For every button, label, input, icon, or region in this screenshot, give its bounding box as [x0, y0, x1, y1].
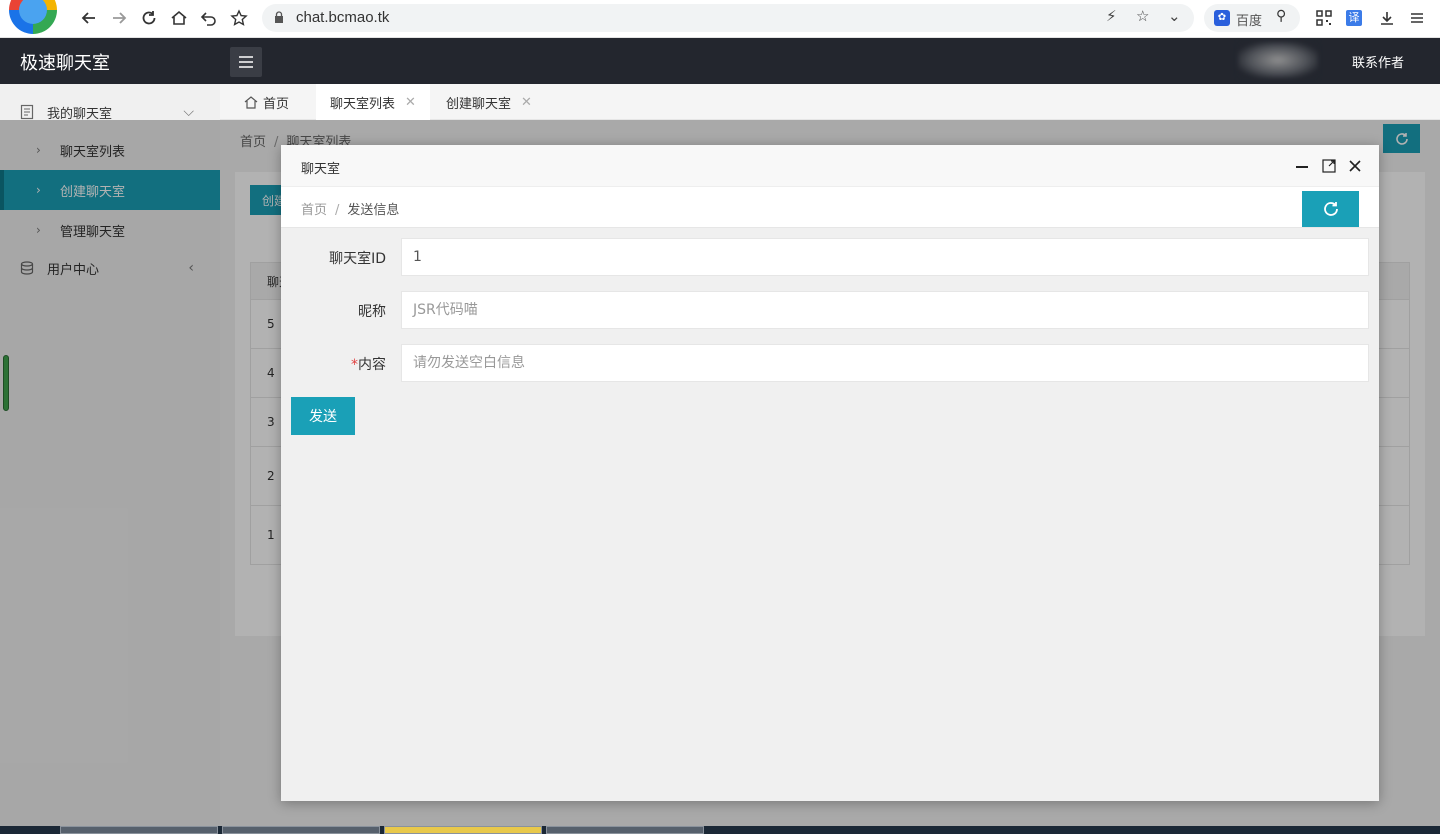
bookmark-star-icon[interactable] [227, 6, 251, 30]
content-field[interactable]: 请勿发送空白信息 [401, 344, 1369, 382]
qr-code-icon[interactable] [1312, 6, 1336, 30]
download-icon[interactable] [1375, 6, 1399, 30]
home-icon [244, 96, 258, 109]
minimize-icon [1296, 166, 1308, 168]
close-button[interactable] [1346, 157, 1364, 175]
tab-create-chatroom[interactable]: 创建聊天室 ✕ [446, 84, 532, 120]
tab-home[interactable]: 首页 [244, 84, 289, 120]
content-label-text: 内容 [358, 357, 386, 373]
minimize-button[interactable] [1293, 157, 1311, 175]
browser-logo [9, 0, 57, 34]
search-icon[interactable]: ⚲ [1276, 8, 1286, 24]
tab-bar: 首页 聊天室列表 ✕ 创建聊天室 ✕ [220, 84, 1440, 120]
maximize-icon [1322, 159, 1336, 173]
translate-label: 译 [1346, 10, 1362, 26]
search-engine-box[interactable]: ✿ 百度 ⚲ [1204, 4, 1300, 32]
browser-menu-icon[interactable] [1405, 6, 1429, 30]
send-button[interactable]: 发送 [291, 397, 355, 435]
refresh-button[interactable] [1302, 191, 1359, 227]
close-icon[interactable]: ✕ [521, 95, 532, 110]
avatar[interactable] [1238, 42, 1318, 78]
baidu-paw-icon: ✿ [1214, 10, 1230, 26]
chevron-down-icon: ⌵ [183, 104, 194, 120]
tab-label: 聊天室列表 [330, 96, 396, 112]
translate-icon[interactable]: 译 [1342, 6, 1366, 30]
required-mark: * [351, 357, 358, 373]
app-header: 极速聊天室 联系作者 [0, 38, 1440, 84]
tab-label: 首页 [263, 96, 290, 112]
os-taskbar [0, 826, 1440, 834]
lock-icon [275, 11, 283, 23]
taskbar-item[interactable] [546, 826, 704, 834]
chatroom-modal: 聊天室 首页 / 发送信息 聊天室ID 1 昵称 JSR代码喵 *内容 请勿发送空白… [281, 145, 1379, 801]
close-icon[interactable]: ✕ [405, 95, 416, 110]
address-bar[interactable]: chat.bcmao.tk ⚡ ☆ ⌄ [262, 4, 1194, 32]
tab-chatroom-list[interactable]: 聊天室列表 ✕ [316, 84, 430, 120]
content-label: *内容 [351, 354, 386, 374]
lightning-icon[interactable]: ⚡ [1106, 7, 1117, 25]
modal-breadcrumb-bar: 首页 / 发送信息 [281, 187, 1379, 228]
url-text: chat.bcmao.tk [296, 9, 390, 26]
refresh-icon [1323, 202, 1338, 216]
tab-label: 创建聊天室 [446, 96, 512, 112]
document-icon [20, 104, 34, 120]
hamburger-icon [239, 56, 253, 68]
room-id-label: 聊天室ID [329, 251, 386, 267]
menu-toggle-button[interactable] [230, 47, 262, 77]
nickname-field[interactable]: JSR代码喵 [401, 291, 1369, 329]
maximize-button[interactable] [1320, 157, 1338, 175]
chevron-down-icon[interactable]: ⌄ [1168, 7, 1181, 25]
taskbar-item[interactable] [384, 826, 542, 834]
form-row-room-id: 聊天室ID 1 [281, 238, 1379, 276]
browser-toolbar: chat.bcmao.tk ⚡ ☆ ⌄ ✿ 百度 ⚲ 译 [0, 0, 1440, 38]
modal-header: 聊天室 [281, 145, 1379, 187]
forward-icon[interactable] [107, 6, 131, 30]
search-engine-label: 百度 [1236, 14, 1263, 29]
star-icon[interactable]: ☆ [1136, 7, 1149, 25]
taskbar-item[interactable] [60, 826, 218, 834]
contact-author-link[interactable]: 联系作者 [1352, 52, 1404, 71]
breadcrumb: 首页 / 发送信息 [301, 203, 400, 218]
sidebar-group-label: 我的聊天室 [47, 106, 113, 122]
nickname-label: 昵称 [358, 304, 386, 320]
breadcrumb-current: 发送信息 [347, 203, 400, 218]
taskbar-item[interactable] [222, 826, 380, 834]
undo-icon[interactable] [197, 6, 221, 30]
breadcrumb-home[interactable]: 首页 [301, 203, 327, 218]
form-row-nickname: 昵称 JSR代码喵 [281, 291, 1379, 329]
room-id-field[interactable]: 1 [401, 238, 1369, 276]
home-icon[interactable] [167, 6, 191, 30]
reload-icon[interactable] [137, 6, 161, 30]
form-row-content: *内容 请勿发送空白信息 [281, 344, 1379, 382]
app-title: 极速聊天室 [20, 53, 110, 74]
back-icon[interactable] [77, 6, 101, 30]
close-icon [1349, 160, 1361, 172]
modal-title: 聊天室 [301, 162, 341, 177]
